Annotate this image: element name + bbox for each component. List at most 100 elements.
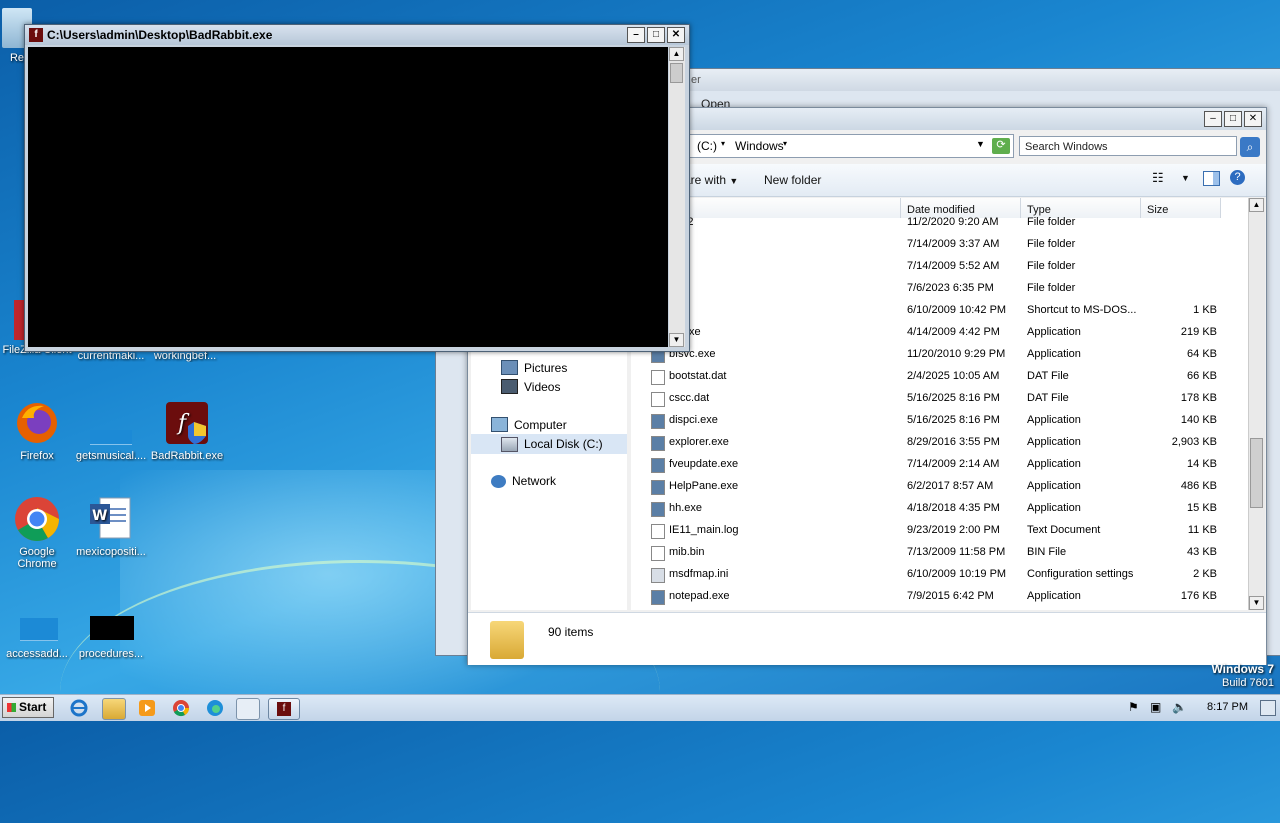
preview-pane-icon[interactable]: [1203, 171, 1220, 186]
flash-icon: f: [29, 28, 43, 42]
search-icon[interactable]: ⌕: [1240, 137, 1260, 157]
file-row[interactable]: mib.bin 7/13/2009 11:58 PM BIN File 43 KB: [631, 542, 1248, 564]
file-row[interactable]: bfsvc.exe 11/20/2010 9:29 PM Application 64…: [631, 344, 1248, 366]
start-button[interactable]: Start: [2, 697, 54, 718]
flash-shield-icon: f: [164, 400, 210, 446]
file-row[interactable]: IE11_main.log 9/23/2019 2:00 PM Text Docum…: [631, 520, 1248, 542]
file-row[interactable]: nv.exe4/14/2009 4:42 PMApplication219 KB: [631, 322, 1248, 344]
file-row[interactable]: explorer.exe 8/29/2016 3:55 PM Application…: [631, 432, 1248, 454]
flag-icon[interactable]: ⚑: [1128, 700, 1139, 714]
chevron-down-icon[interactable]: ▼: [1181, 173, 1190, 183]
file-row[interactable]: 7/14/2009 3:37 AM File folder: [631, 234, 1248, 256]
file-type: Application: [1027, 436, 1081, 448]
desktop-icon-procedures[interactable]: procedures...: [74, 598, 148, 660]
share-with-button[interactable]: are with ▼: [684, 173, 738, 187]
file-size: 140 KB: [1180, 414, 1217, 426]
internet-explorer-icon[interactable]: [68, 698, 90, 718]
show-desktop-button[interactable]: [1260, 700, 1276, 716]
minimize-button[interactable]: –: [627, 27, 645, 43]
nav-item-computer[interactable]: Computer: [491, 417, 567, 432]
chevron-down-icon[interactable]: ▾: [783, 139, 787, 148]
file-row[interactable]: bootstat.dat 2/4/2025 10:05 AM DAT File 66 …: [631, 366, 1248, 388]
file-size: 486 KB: [1180, 480, 1217, 492]
system-tray: ⚑ ▣ 🔈 8:17 PM: [1120, 695, 1280, 721]
desktop-icon-badrabbit[interactable]: f BadRabbit.exe: [150, 400, 224, 462]
desktop-icon-accessadd[interactable]: accessadd...: [0, 598, 74, 660]
vertical-scrollbar[interactable]: ▲ ▼: [669, 47, 685, 347]
nav-item-pictures[interactable]: Pictures: [501, 360, 567, 375]
refresh-icon[interactable]: ⟳: [992, 138, 1010, 154]
console-output[interactable]: [28, 47, 668, 347]
file-size: 43 KB: [1187, 546, 1217, 558]
file-size: 11 KB: [1187, 524, 1217, 536]
close-button[interactable]: ✕: [1244, 111, 1262, 127]
file-type: Application: [1027, 480, 1081, 492]
desktop-icon-chrome[interactable]: Google Chrome: [0, 496, 74, 570]
file-size: 1 KB: [1193, 304, 1217, 316]
breadcrumb-folder[interactable]: Windows: [735, 139, 784, 153]
view-options-icon[interactable]: ☷: [1152, 170, 1164, 186]
file-row[interactable]: dispci.exe 5/16/2025 8:16 PM Application 14…: [631, 410, 1248, 432]
close-button[interactable]: ✕: [667, 27, 685, 43]
file-date: 7/14/2009 3:37 AM: [907, 238, 1000, 250]
minimize-button[interactable]: –: [1204, 111, 1222, 127]
remote-desktop-icon[interactable]: [236, 698, 260, 720]
file-icon: [651, 590, 665, 605]
console-window[interactable]: f C:\Users\admin\Desktop\BadRabbit.exe –…: [24, 24, 690, 352]
file-icon: [651, 568, 665, 583]
desktop-icon-mexicoposition[interactable]: W mexicopositi...: [74, 496, 148, 558]
file-icon: [651, 392, 665, 407]
explorer-taskbar-icon[interactable]: [102, 698, 126, 720]
maximize-button[interactable]: □: [1224, 111, 1242, 127]
scroll-up-button[interactable]: ▲: [669, 47, 684, 61]
help-icon[interactable]: ?: [1230, 170, 1245, 185]
address-history-icon[interactable]: ▼: [976, 139, 985, 149]
desktop-icon-getsmusical[interactable]: getsmusical....: [74, 400, 148, 462]
scrollbar-thumb[interactable]: [670, 63, 683, 83]
search-input[interactable]: Search Windows: [1019, 136, 1237, 156]
file-row[interactable]: n_3211/2/2020 9:20 AMFile folder: [631, 212, 1248, 234]
scrollbar-thumb[interactable]: [1250, 438, 1263, 508]
file-size: 66 KB: [1187, 370, 1217, 382]
network-tray-icon[interactable]: ▣: [1150, 700, 1161, 714]
file-icon: [651, 458, 665, 473]
file-row[interactable]: msdfmap.ini 6/10/2009 10:19 PM Configurati…: [631, 564, 1248, 586]
file-date: 5/16/2025 8:16 PM: [907, 392, 1000, 404]
file-name: mib.bin: [669, 546, 705, 558]
file-row[interactable]: notepad.exe 7/9/2015 6:42 PM Application 17…: [631, 586, 1248, 608]
vertical-scrollbar[interactable]: ▲ ▼: [1248, 198, 1265, 610]
file-type: File folder: [1027, 282, 1076, 294]
nav-item-local-disk[interactable]: Local Disk (C:): [471, 434, 627, 454]
anyrun-watermark: ANY RUN: [1038, 613, 1261, 665]
clock[interactable]: 8:17 PM: [1207, 701, 1248, 713]
badrabbit-taskbar-button[interactable]: f: [268, 698, 300, 720]
file-row[interactable]: fveupdate.exe 7/14/2009 2:14 AM Applicatio…: [631, 454, 1248, 476]
svg-text:W: W: [92, 508, 107, 524]
file-date: 7/9/2015 6:42 PM: [907, 590, 994, 602]
windows-version-label: Windows 7 Build 7601: [1211, 662, 1274, 689]
file-row[interactable]: 7/14/2009 5:52 AM File folder: [631, 256, 1248, 278]
maximize-button[interactable]: □: [647, 27, 665, 43]
file-row[interactable]: HelpPane.exe 6/2/2017 8:57 AM Application 4…: [631, 476, 1248, 498]
volume-icon[interactable]: 🔈: [1172, 700, 1187, 714]
file-row[interactable]: ks7/6/2023 6:35 PMFile folder: [631, 278, 1248, 300]
nav-item-videos[interactable]: Videos: [501, 379, 560, 394]
chrome-taskbar-icon[interactable]: [170, 698, 192, 718]
file-date: 4/14/2009 4:42 PM: [907, 326, 1000, 338]
new-folder-button[interactable]: New folder: [764, 173, 821, 187]
nav-item-network[interactable]: Network: [491, 474, 556, 488]
file-name: dispci.exe: [669, 414, 718, 426]
file-row[interactable]: ault6/10/2009 10:42 PMShortcut to MS-DOS…: [631, 300, 1248, 322]
chevron-down-icon[interactable]: ▾: [721, 139, 725, 148]
scroll-down-button[interactable]: ▼: [1249, 596, 1264, 610]
file-name: msdfmap.ini: [669, 568, 729, 580]
scroll-down-button[interactable]: ▼: [669, 333, 684, 347]
media-player-icon[interactable]: [136, 698, 158, 718]
breadcrumb-drive[interactable]: (C:): [697, 139, 717, 153]
scroll-up-button[interactable]: ▲: [1249, 198, 1264, 212]
desktop-icon-firefox[interactable]: Firefox: [0, 400, 74, 462]
file-row[interactable]: cscc.dat 5/16/2025 8:16 PM DAT File 178 KB: [631, 388, 1248, 410]
word-document-icon: W: [88, 496, 134, 542]
edge-icon[interactable]: [204, 698, 226, 718]
file-row[interactable]: hh.exe 4/18/2018 4:35 PM Application 15 KB: [631, 498, 1248, 520]
